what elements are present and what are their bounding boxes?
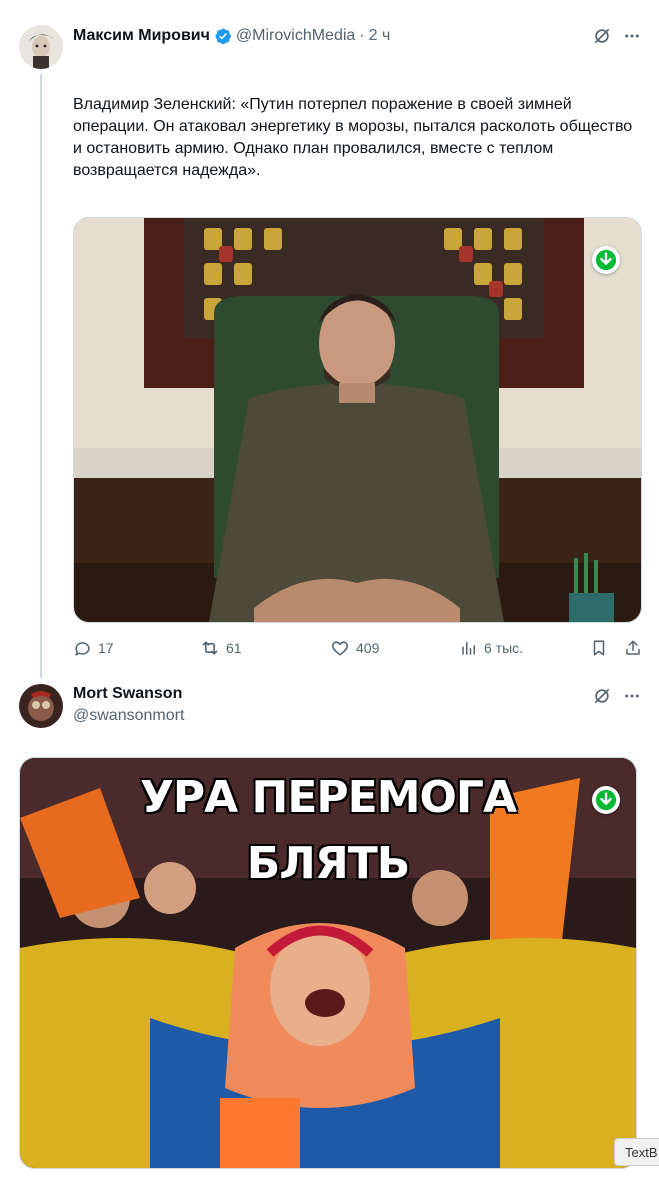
meme-caption-line1: УРА ПЕРЕМОГА: [139, 772, 517, 823]
tweet-time[interactable]: 2 ч: [369, 27, 391, 45]
textbox-tag[interactable]: TextB: [614, 1138, 659, 1166]
meme-caption-line2: БЛЯТЬ: [246, 838, 411, 889]
heart-icon: [330, 638, 350, 658]
views-icon: [460, 639, 478, 657]
reply-count: 17: [98, 640, 114, 656]
tweet1-text-p1: Владимир Зеленский: «Путин потерпел пора…: [73, 96, 637, 179]
repost-icon: [200, 638, 220, 658]
repost-button[interactable]: 61: [200, 637, 242, 659]
avatar-swanson[interactable]: [19, 684, 63, 728]
reply-icon: [73, 639, 92, 658]
like-count: 409: [356, 640, 380, 656]
share-icon[interactable]: [622, 637, 644, 659]
bookmark-icon[interactable]: [588, 637, 610, 659]
separator-dot: ·: [359, 27, 365, 44]
author-name[interactable]: Максим Мирович: [73, 27, 210, 45]
like-button[interactable]: 409: [330, 637, 379, 659]
views-count: 6 тыс.: [484, 640, 524, 656]
author-handle[interactable]: @MirovichMedia: [236, 27, 355, 45]
grok-icon[interactable]: [591, 685, 613, 707]
repost-count: 61: [226, 640, 242, 656]
reply-button[interactable]: 17: [73, 637, 114, 659]
avatar-mirovich[interactable]: [19, 25, 63, 69]
author-name-2[interactable]: Mort Swanson: [73, 685, 182, 703]
textbox-label: TextB: [625, 1144, 658, 1160]
tweet1-header: Максим Мирович @MirovichMedia · 2 ч: [73, 25, 390, 47]
grok-icon[interactable]: [591, 25, 613, 47]
author-handle-2[interactable]: @swansonmort: [73, 707, 184, 725]
photo-zelensky: [74, 218, 641, 622]
tweet2-photo[interactable]: УРА ПЕРЕМОГА БЛЯТЬ: [19, 757, 637, 1169]
download-icon[interactable]: [592, 786, 620, 814]
tweet1-photo[interactable]: [73, 217, 642, 623]
views-button[interactable]: 6 тыс.: [460, 637, 523, 659]
more-icon[interactable]: [621, 25, 643, 47]
download-icon[interactable]: [592, 246, 620, 274]
more-icon[interactable]: [621, 685, 643, 707]
thread-line: [40, 74, 42, 678]
verified-icon: [214, 27, 232, 45]
